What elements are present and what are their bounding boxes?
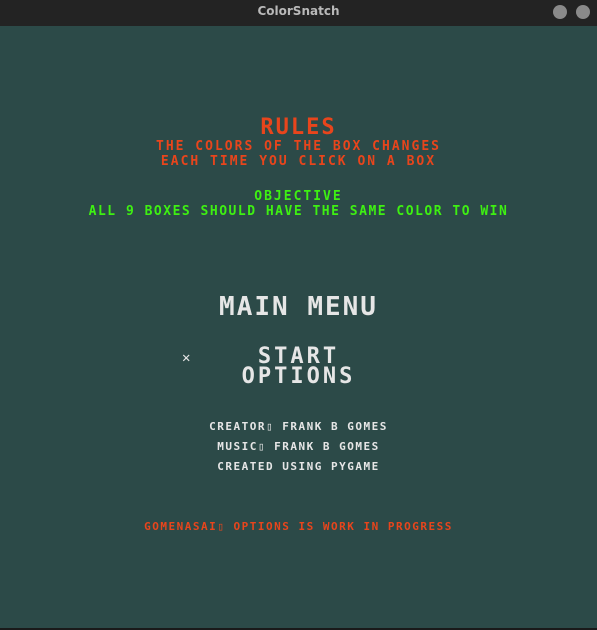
creator-credit: CREATOR▯ FRANK B GOMES (209, 420, 388, 433)
engine-credit: CREATED USING PYGAME (217, 460, 380, 473)
objective-heading: OBJECTIVE (254, 189, 343, 204)
objective-text: ALL 9 BOXES SHOULD HAVE THE SAME COLOR T… (88, 204, 509, 219)
rules-text-line-1: THE COLORS OF THE BOX CHANGES (156, 139, 441, 154)
game-canvas[interactable]: RULES THE COLORS OF THE BOX CHANGES EACH… (0, 26, 597, 628)
title-bar[interactable]: ColorSnatch (0, 0, 597, 26)
game-window: ColorSnatch RULES THE COLORS OF THE BOX … (0, 0, 597, 630)
music-credit: MUSIC▯ FRANK B GOMES (217, 440, 380, 453)
options-menu-item[interactable]: OPTIONS (0, 366, 597, 388)
rules-text-line-2: EACH TIME YOU CLICK ON A BOX (160, 154, 437, 169)
work-in-progress-notice: GOMENASAI▯ OPTIONS IS WORK IN PROGRESS (144, 520, 453, 533)
window-title: ColorSnatch (257, 4, 340, 18)
minimize-button[interactable] (553, 5, 567, 19)
close-button[interactable] (576, 5, 590, 19)
main-menu-title: MAIN MENU (219, 292, 378, 322)
rules-heading: RULES (260, 115, 337, 140)
